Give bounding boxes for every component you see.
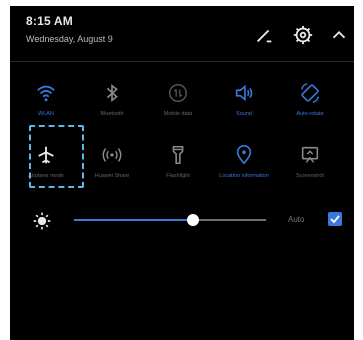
mobile-data-icon	[167, 82, 189, 104]
brightness-slider-thumb[interactable]	[187, 214, 200, 226]
gear-icon[interactable]	[292, 24, 314, 46]
sound-icon	[233, 82, 255, 104]
wifi-icon	[35, 82, 57, 104]
tile-flashlight[interactable]: Flashlight	[148, 134, 208, 194]
tile-bluetooth[interactable]: Bluetooth	[82, 72, 142, 132]
auto-brightness-label: Auto	[288, 215, 305, 224]
status-date: Wednesday, August 9	[26, 34, 113, 44]
tile-mobile-data[interactable]: Mobile data	[148, 72, 208, 132]
tile-label: Auto-rotate	[296, 111, 324, 117]
tile-label: Sound	[236, 111, 252, 117]
brightness-slider-fill	[74, 219, 194, 221]
tile-auto-rotate[interactable]: Auto-rotate	[280, 72, 340, 132]
tile-label: Screenshot	[296, 173, 324, 179]
rotate-icon	[299, 82, 321, 104]
status-time: 8:15 AM	[26, 14, 73, 28]
brightness-slider[interactable]	[74, 214, 266, 226]
location-icon	[233, 144, 255, 166]
tile-label: Bluetooth	[100, 111, 124, 117]
header-divider	[10, 61, 354, 62]
tile-label: Huawei Share	[94, 173, 130, 179]
share-icon	[101, 144, 123, 166]
tile-sound[interactable]: Sound	[214, 72, 274, 132]
tile-label: Location information	[219, 173, 269, 179]
tile-label: Flashlight	[166, 173, 190, 179]
auto-brightness-checkbox[interactable]	[328, 212, 342, 226]
tile-label: Mobile data	[163, 111, 193, 117]
airplane-mode-highlight	[29, 125, 84, 188]
tile-wlan[interactable]: WLAN	[16, 72, 76, 132]
tile-huawei-share[interactable]: Huawei Share	[82, 134, 142, 194]
tile-location[interactable]: Location information	[214, 134, 274, 194]
edit-icon[interactable]	[253, 24, 275, 46]
quick-settings-panel: 8:15 AM Wednesday, August 9 WLAN Bluetoo…	[10, 6, 354, 340]
flashlight-icon	[167, 144, 189, 166]
tile-screenshot[interactable]: Screenshot	[280, 134, 340, 194]
brightness-icon	[32, 211, 52, 231]
chevron-up-icon[interactable]	[328, 24, 350, 46]
screenshot-icon	[299, 144, 321, 166]
tile-label: WLAN	[38, 111, 54, 117]
bluetooth-icon	[101, 82, 123, 104]
